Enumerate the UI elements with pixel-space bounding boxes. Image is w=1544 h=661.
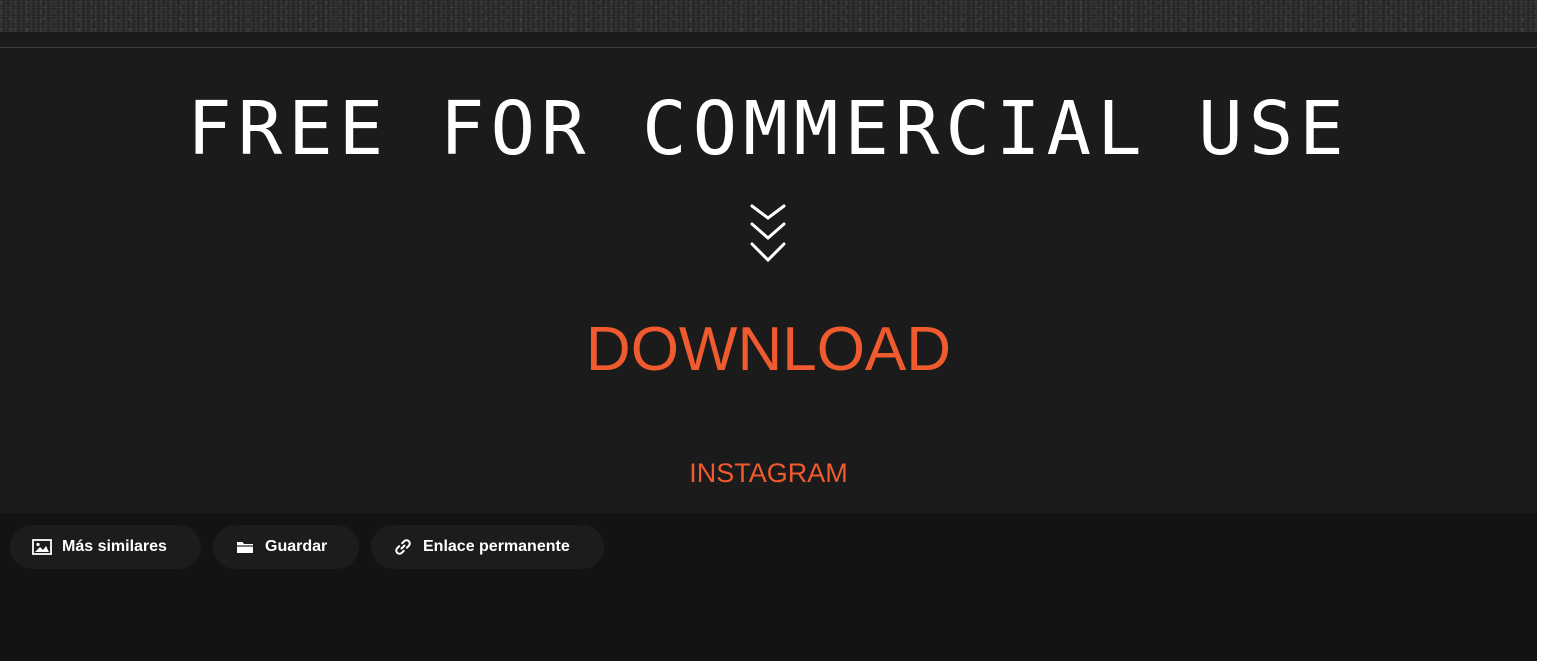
link-icon [393,538,413,556]
actions-bar: Más similares Guardar Enlace permanente [0,513,1537,661]
instagram-link[interactable]: INSTAGRAM [0,456,1537,490]
image-preview: FREE FOR COMMERCIAL USE DOWNLOAD INSTAGR… [0,0,1537,661]
chevrons-down-icon [750,204,786,263]
page: FREE FOR COMMERCIAL USE DOWNLOAD INSTAGR… [0,0,1544,661]
more-similar-button[interactable]: Más similares [10,525,201,569]
texture-strip [0,0,1537,32]
more-similar-label: Más similares [62,538,167,555]
permalink-button[interactable]: Enlace permanente [371,525,604,569]
divider [0,47,1537,48]
image-icon [32,538,52,556]
hero-title: FREE FOR COMMERCIAL USE [187,86,1350,172]
folder-icon [235,538,255,556]
save-label: Guardar [265,538,328,555]
save-button[interactable]: Guardar [213,525,359,569]
permalink-label: Enlace permanente [423,538,570,555]
download-link[interactable]: DOWNLOAD [0,310,1537,390]
